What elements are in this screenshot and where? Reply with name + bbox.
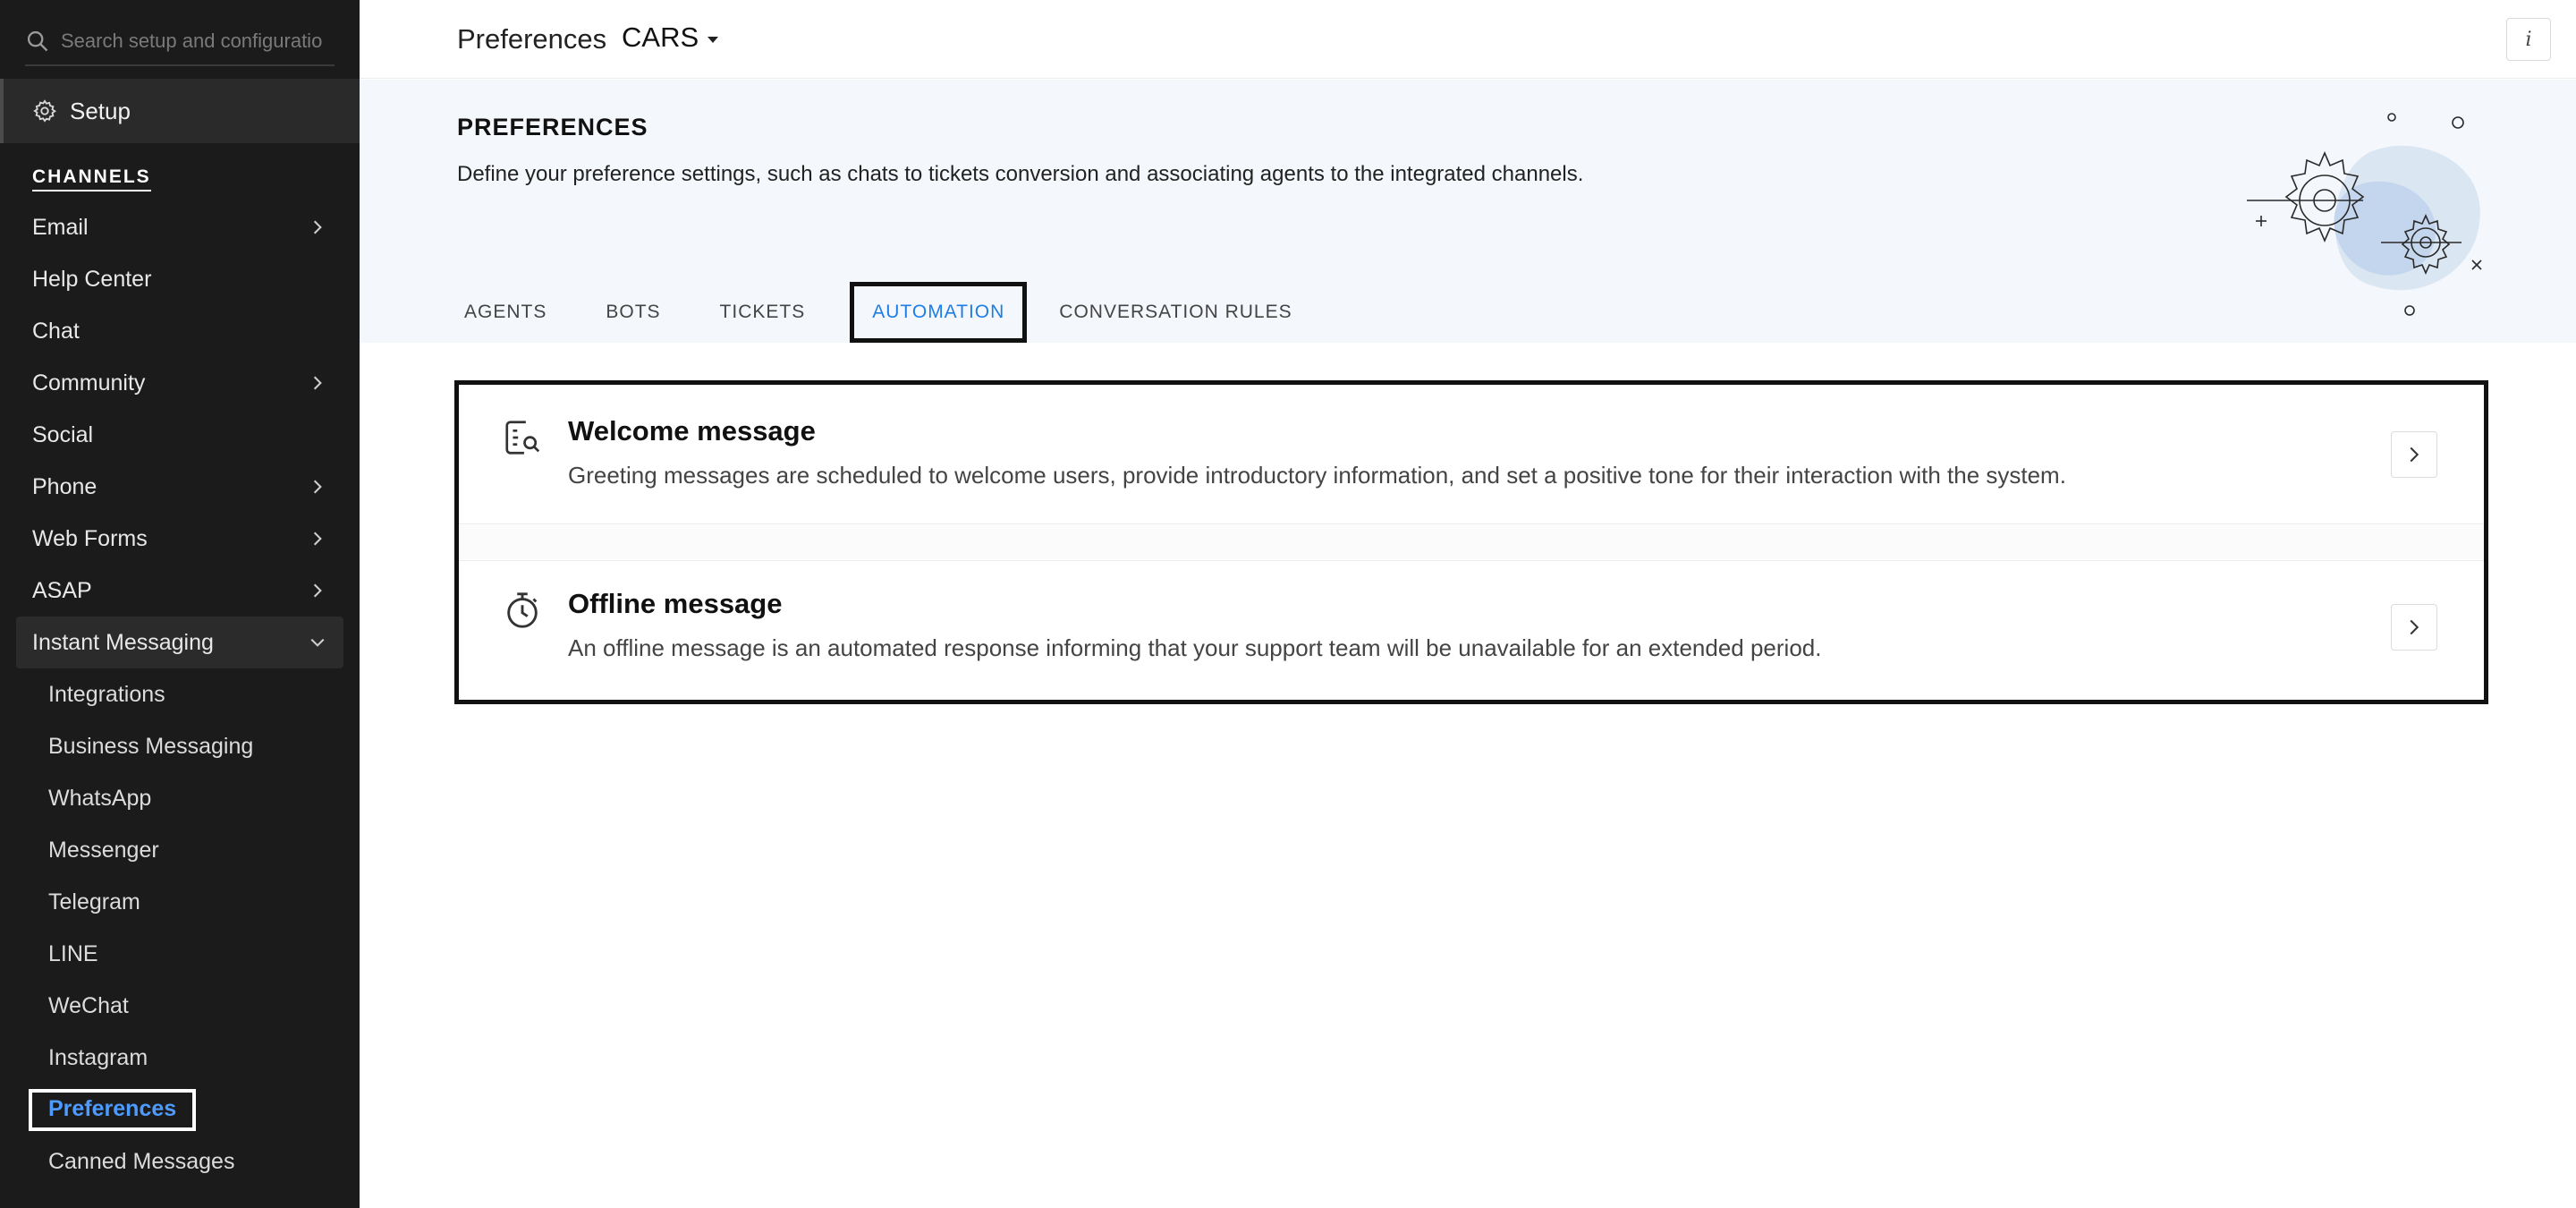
card-description: An offline message is an automated respo… — [568, 634, 1822, 661]
chevron-right-icon — [2410, 619, 2419, 635]
offline-message-card[interactable]: Offline message An offline message is an… — [459, 560, 2484, 700]
sidebar-subitem-telegram[interactable]: Telegram — [0, 876, 360, 928]
sidebar-subitem-label: Instagram — [48, 1044, 148, 1070]
channels-nav: Email Help Center Chat Community Social … — [0, 201, 360, 1187]
section-label-channels: CHANNELS — [32, 166, 151, 191]
sidebar-subitem-label: Telegram — [48, 889, 140, 915]
sidebar: Setup CHANNELS Email Help Center Chat Co… — [0, 0, 360, 1208]
automation-cards: Welcome message Greeting messages are sc… — [454, 380, 2488, 704]
sidebar-item-label: Community — [32, 370, 146, 396]
card-divider — [459, 525, 2484, 559]
sidebar-item-label: Help Center — [32, 266, 152, 292]
sidebar-item-label: ASAP — [32, 577, 92, 603]
caret-down-icon — [708, 36, 719, 43]
sidebar-subitem-integrations[interactable]: Integrations — [0, 668, 360, 720]
sidebar-subitem-line[interactable]: LINE — [0, 928, 360, 980]
welcome-message-card[interactable]: Welcome message Greeting messages are sc… — [459, 385, 2484, 524]
sidebar-item-web-forms[interactable]: Web Forms — [0, 513, 360, 565]
department-label: CARS — [622, 21, 699, 53]
sidebar-item-asap[interactable]: ASAP — [0, 565, 360, 617]
chevron-right-icon — [313, 376, 322, 390]
open-welcome-message-button[interactable] — [2391, 431, 2437, 478]
sidebar-subitem-label: WhatsApp — [48, 785, 152, 811]
search-input[interactable] — [61, 30, 329, 53]
top-bar: Preferences CARS i — [360, 0, 2576, 79]
message-search-icon — [505, 421, 540, 455]
sidebar-subitem-whatsapp[interactable]: WhatsApp — [0, 772, 360, 824]
sidebar-subitem-messenger[interactable]: Messenger — [0, 824, 360, 876]
sidebar-item-help-center[interactable]: Help Center — [0, 253, 360, 305]
chevron-down-icon — [310, 638, 325, 647]
sidebar-subitem-label: LINE — [48, 940, 98, 966]
setup-label: Setup — [70, 97, 131, 124]
tab-conversation-rules[interactable]: CONVERSATION RULES — [1052, 282, 1299, 343]
sidebar-subitem-label: Business Messaging — [48, 733, 254, 759]
info-icon: i — [2525, 28, 2532, 51]
sidebar-item-label: Instant Messaging — [32, 629, 214, 655]
preferences-tabs: AGENTS BOTS TICKETS AUTOMATION CONVERSAT… — [457, 282, 1344, 343]
chevron-right-icon — [313, 480, 322, 494]
page-title: Preferences — [457, 23, 607, 55]
setup-link[interactable]: Setup — [0, 79, 360, 143]
sidebar-subitem-label: Canned Messages — [48, 1148, 235, 1174]
sidebar-subitem-wechat[interactable]: WeChat — [0, 980, 360, 1032]
chevron-right-icon — [313, 583, 322, 598]
tab-bots[interactable]: BOTS — [598, 282, 667, 343]
chevron-right-icon — [2410, 447, 2419, 463]
sidebar-subitem-label: WeChat — [48, 992, 129, 1018]
sidebar-subitem-instagram[interactable]: Instagram — [0, 1032, 360, 1084]
card-title: Offline message — [568, 588, 783, 619]
stopwatch-icon — [507, 592, 538, 628]
banner-description: Define your preference settings, such as… — [457, 162, 1584, 186]
sidebar-item-chat[interactable]: Chat — [0, 305, 360, 357]
sidebar-item-label: Email — [32, 214, 89, 240]
chevron-right-icon — [313, 532, 322, 546]
info-button[interactable]: i — [2506, 18, 2551, 61]
sidebar-item-label: Social — [32, 421, 94, 447]
sidebar-subitem-label: Preferences — [29, 1088, 197, 1131]
sidebar-subitem-canned-messages[interactable]: Canned Messages — [0, 1136, 360, 1187]
open-offline-message-button[interactable] — [2391, 604, 2437, 651]
gear-icon — [33, 99, 56, 123]
tab-automation[interactable]: AUTOMATION — [850, 282, 1028, 343]
banner-heading: PREFERENCES — [457, 114, 648, 140]
sidebar-subitem-business-messaging[interactable]: Business Messaging — [0, 720, 360, 772]
sidebar-subitem-label: Integrations — [48, 681, 165, 707]
gears-illustration-icon — [2247, 113, 2482, 316]
sidebar-item-community[interactable]: Community — [0, 357, 360, 409]
card-title: Welcome message — [568, 415, 816, 447]
search-icon — [27, 30, 48, 52]
tab-agents[interactable]: AGENTS — [457, 282, 554, 343]
sidebar-item-label: Web Forms — [32, 525, 148, 551]
sidebar-item-label: Phone — [32, 473, 97, 499]
chevron-right-icon — [313, 220, 322, 234]
sidebar-subitem-label: Messenger — [48, 837, 159, 863]
card-description: Greeting messages are scheduled to welco… — [568, 462, 2066, 489]
sidebar-item-social[interactable]: Social — [0, 409, 360, 461]
sidebar-search — [25, 18, 335, 66]
sidebar-item-instant-messaging[interactable]: Instant Messaging — [16, 617, 343, 668]
sidebar-item-phone[interactable]: Phone — [0, 461, 360, 513]
preferences-banner: PREFERENCES Define your preference setti… — [360, 80, 2576, 343]
tab-tickets[interactable]: TICKETS — [713, 282, 813, 343]
department-selector[interactable]: CARS — [622, 21, 719, 54]
sidebar-item-label: Chat — [32, 318, 80, 344]
sidebar-item-email[interactable]: Email — [0, 201, 360, 253]
sidebar-subitem-preferences[interactable]: Preferences — [0, 1084, 360, 1136]
